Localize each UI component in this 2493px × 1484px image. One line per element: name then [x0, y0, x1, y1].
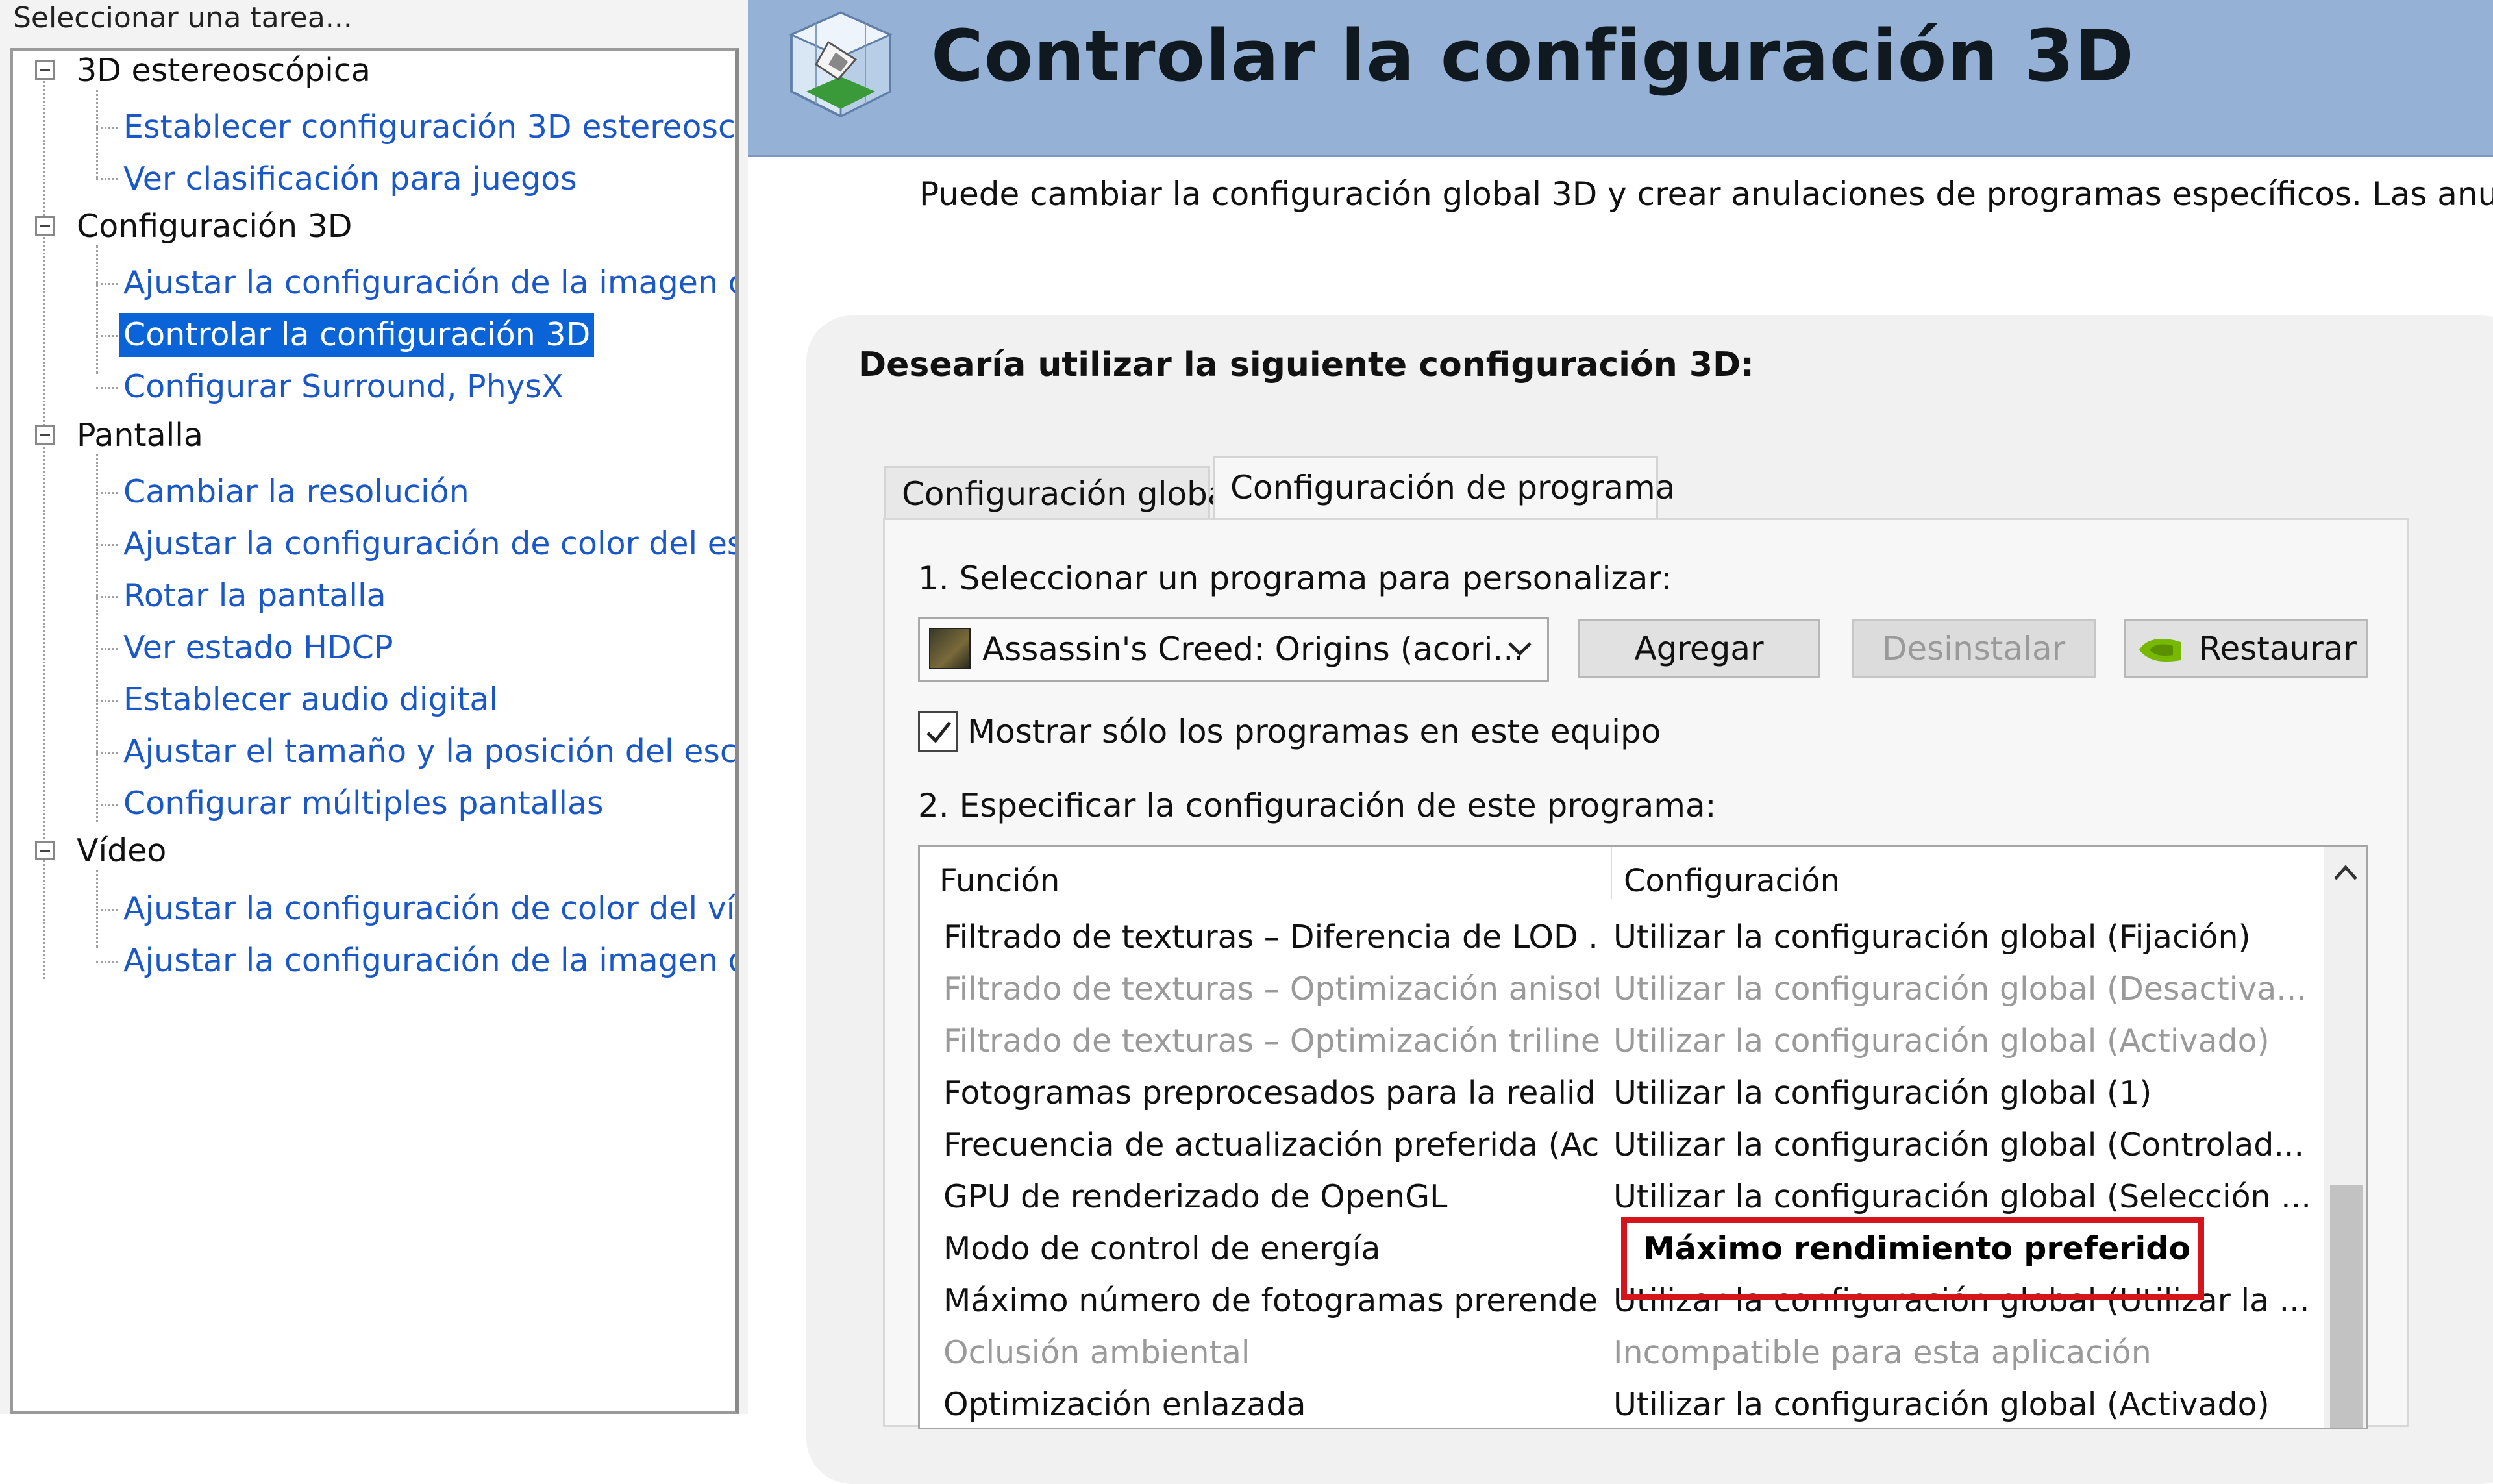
tree-item-rotate[interactable]: Rotar la pantalla: [119, 574, 390, 618]
tree-connector: [96, 544, 118, 546]
tree-connector: [96, 700, 118, 702]
table-row[interactable]: GPU de renderizado de OpenGL Utilizar la…: [920, 1172, 2335, 1224]
selected-program: Assassin's Creed: Origins (acori...: [982, 630, 1524, 668]
table-row[interactable]: Filtrado de texturas – Optimización tril…: [920, 1016, 2335, 1068]
tree-connector: [96, 454, 98, 822]
tree-item-stereo-settings[interactable]: Establecer configuración 3D estereoscópi: [119, 105, 735, 149]
function-cell: Optimización enlazada: [943, 1386, 1306, 1423]
function-cell: GPU de renderizado de OpenGL: [943, 1178, 1448, 1215]
function-cell: Frecuencia de actualización preferida (A…: [943, 1126, 1599, 1163]
collapse-icon[interactable]: [35, 216, 55, 236]
tab-program-settings[interactable]: Configuración de programa: [1213, 456, 1675, 518]
function-cell: Fotogramas preprocesados para la realid.…: [943, 1074, 1599, 1111]
show-only-label[interactable]: Mostrar sólo los programas en este equip…: [967, 713, 1661, 750]
tree-item-digital-audio[interactable]: Establecer audio digital: [119, 678, 502, 722]
function-cell: Máximo número de fotogramas prerende...: [943, 1282, 1599, 1319]
page-banner: Controlar la configuración 3D: [748, 0, 2493, 157]
config-cell[interactable]: Utilizar la configuración global (Desact…: [1613, 971, 2327, 1008]
function-cell: Filtrado de texturas – Optimización anis…: [943, 971, 1599, 1008]
restore-label: Restaurar: [2199, 630, 2357, 667]
page-title: Controlar la configuración 3D: [931, 14, 2135, 97]
table-row[interactable]: Optimización enlazada Utilizar la config…: [920, 1379, 2335, 1428]
tree-connector: [96, 283, 118, 285]
tree-item-desktop-color[interactable]: Ajustar la configuración de color del es…: [119, 522, 735, 566]
chevron-up-icon[interactable]: [2333, 863, 2359, 882]
column-header-config[interactable]: Configuración: [1624, 863, 1840, 899]
uninstall-button[interactable]: Desinstalar: [1852, 619, 2096, 678]
nvidia-3d-cube-icon: [789, 11, 893, 118]
config-cell[interactable]: Utilizar la configuración global (Selecc…: [1613, 1178, 2327, 1215]
table-row[interactable]: Frecuencia de actualización preferida (A…: [920, 1120, 2335, 1172]
tree-item-video-color[interactable]: Ajustar la configuración de color del ví…: [119, 887, 735, 931]
tree-connector: [96, 961, 118, 963]
category-label: Pantalla: [77, 416, 203, 454]
nvidia-logo-icon: [2139, 639, 2181, 662]
config-cell[interactable]: Utilizar la configuración global (Activa…: [1613, 1386, 2327, 1423]
category-label: 3D estereoscópica: [77, 51, 371, 89]
tree-item-resolution[interactable]: Cambiar la resolución: [119, 470, 473, 514]
page-description: Puede cambiar la configuración global 3D…: [919, 175, 2493, 213]
tree-item-surround-physx[interactable]: Configurar Surround, PhysX: [119, 365, 567, 409]
game-icon: [929, 628, 971, 669]
function-cell: Filtrado de texturas – Diferencia de LOD…: [943, 919, 1599, 956]
tree-item-desktop-size[interactable]: Ajustar el tamaño y la posición del escr…: [119, 730, 735, 774]
config-cell[interactable]: Utilizar la configuración global (Contro…: [1613, 1126, 2327, 1163]
tree-item-manage-3d-settings[interactable]: Controlar la configuración 3D: [119, 313, 595, 357]
table-row[interactable]: Filtrado de texturas – Diferencia de LOD…: [920, 912, 2335, 964]
tree-connector: [96, 245, 98, 374]
column-header-function[interactable]: Función: [939, 863, 1060, 899]
tab-global-settings[interactable]: Configuración global: [884, 466, 1236, 518]
add-button[interactable]: Agregar: [1578, 619, 1820, 678]
collapse-icon[interactable]: [35, 841, 55, 860]
tree-connector: [96, 648, 118, 650]
tree-connector: [96, 335, 118, 337]
section-heading: Desearía utilizar la siguiente configura…: [858, 345, 1754, 384]
tree-item-image-settings[interactable]: Ajustar la configuración de la imagen co…: [119, 261, 735, 305]
program-dropdown[interactable]: Assassin's Creed: Origins (acori...: [918, 617, 1549, 682]
step2-label: 2. Especificar la configuración de este …: [918, 787, 1717, 824]
table-row[interactable]: Fotogramas preprocesados para la realid.…: [920, 1068, 2335, 1120]
vertical-scrollbar[interactable]: [2324, 847, 2366, 1428]
task-tree[interactable]: 3D estereoscópica Establecer configuraci…: [10, 48, 739, 1414]
show-only-checkbox[interactable]: [918, 711, 958, 752]
content-pane: Controlar la configuración 3D Puede camb…: [748, 0, 2493, 1484]
step1-label: 1. Seleccionar un programa para personal…: [918, 560, 1672, 597]
task-pane-header: Seleccionar una tarea...: [13, 1, 353, 34]
function-cell: Modo de control de energía: [943, 1230, 1381, 1267]
tree-item-multiple-displays[interactable]: Configurar múltiples pantallas: [119, 782, 608, 826]
scrollbar-thumb[interactable]: [2330, 1185, 2363, 1428]
collapse-icon[interactable]: [35, 60, 55, 80]
tree-item-hdcp[interactable]: Ver estado HDCP: [119, 626, 397, 670]
tree-connector: [96, 752, 118, 754]
table-row[interactable]: Oclusión ambiental Incompatible para est…: [920, 1328, 2335, 1379]
tree-item-game-ratings[interactable]: Ver clasificación para juegos: [119, 157, 581, 201]
annotation-highlight-box: [1621, 1217, 2204, 1300]
tree-connector: [96, 804, 118, 806]
config-cell[interactable]: Incompatible para esta aplicación: [1613, 1334, 2327, 1371]
tree-item-video-image[interactable]: Ajustar la configuración de la imagen de: [119, 939, 735, 983]
chevron-down-icon[interactable]: [1506, 639, 1534, 659]
tree-connector: [96, 387, 118, 389]
checkmark-icon: [926, 721, 951, 743]
category-label: Vídeo: [77, 832, 167, 869]
tree-connector: [96, 492, 118, 494]
config-cell[interactable]: Utilizar la configuración global (Activa…: [1613, 1022, 2327, 1059]
tree-connector: [96, 90, 98, 178]
settings-table[interactable]: Función Configuración Filtrado de textur…: [918, 845, 2368, 1429]
tree-connector: [96, 596, 118, 598]
column-divider[interactable]: [1611, 847, 1612, 899]
task-pane: Seleccionar una tarea... 3D estereoscópi…: [0, 0, 748, 1414]
tree-connector: [96, 909, 118, 911]
function-cell: Oclusión ambiental: [943, 1334, 1250, 1371]
restore-button[interactable]: Restaurar: [2124, 619, 2368, 678]
tree-connector: [96, 127, 118, 129]
config-cell[interactable]: Utilizar la configuración global (Fijaci…: [1613, 919, 2327, 956]
collapse-icon[interactable]: [35, 425, 55, 445]
category-label: Configuración 3D: [77, 207, 353, 245]
tree-connector: [96, 178, 118, 180]
table-row[interactable]: Filtrado de texturas – Optimización anis…: [920, 964, 2335, 1016]
function-cell: Filtrado de texturas – Optimización tril…: [943, 1022, 1599, 1059]
config-cell[interactable]: Utilizar la configuración global (1): [1613, 1074, 2327, 1111]
